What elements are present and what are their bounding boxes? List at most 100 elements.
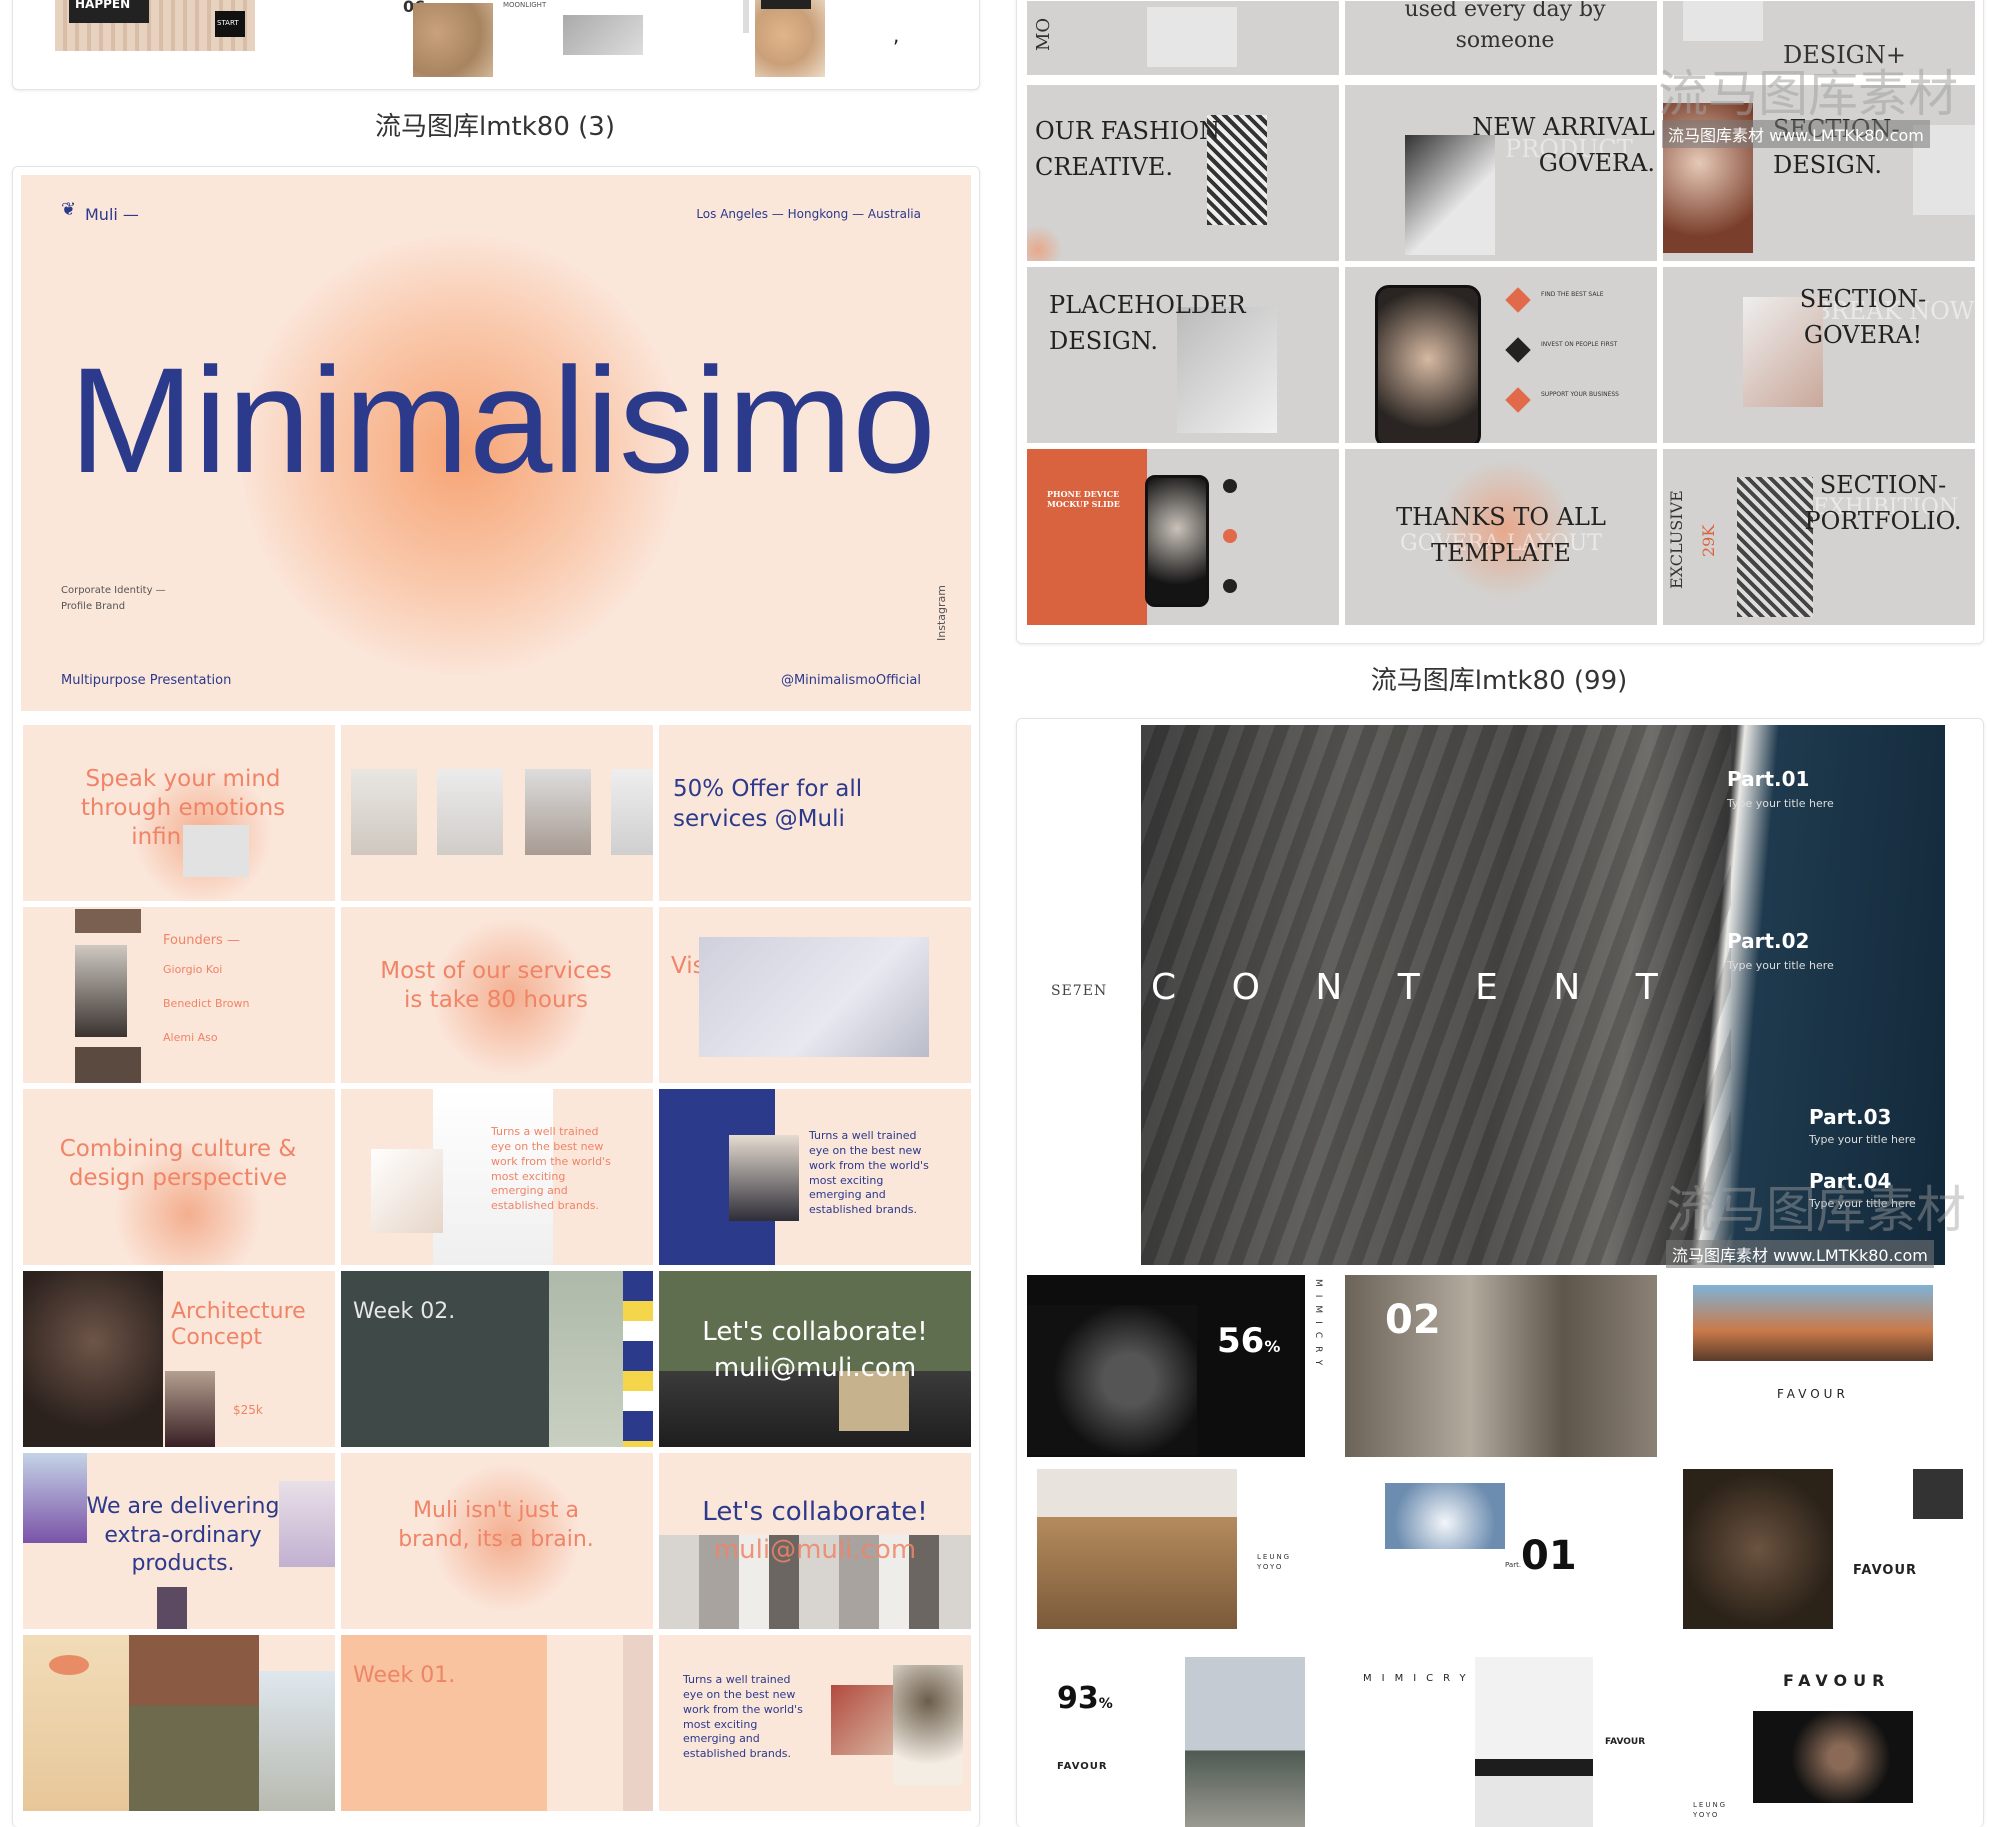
muli-slide-visual: Visual	[659, 907, 971, 1083]
muli-slide-services: Most of our services is take 80 hours	[341, 907, 653, 1083]
shirt-text: Turns a well trained eye on the best new…	[491, 1125, 611, 1213]
muli-slide-collab1: Let's collaborate! muli@muli.com	[659, 1271, 971, 1447]
stone-texture	[413, 3, 493, 77]
part-01-num: 01	[1521, 1533, 1577, 1579]
muli-brand: Muli —	[85, 205, 139, 224]
govera-r2c0: PLACEHOLDER DESIGN.	[1027, 267, 1339, 443]
watermark-label-bottom: 流马图库素材 www.LMTKk80.com	[1666, 1240, 1934, 1268]
founder-2: Benedict Brown	[163, 997, 250, 1010]
bear-photo	[1683, 1469, 1833, 1629]
favour-4: FAVOUR	[1605, 1737, 1646, 1747]
muli-cities: Los Angeles — Hongkong — Australia	[696, 207, 921, 221]
muli-slide-week01: Week 01.	[341, 1635, 653, 1811]
favour-3: FAVOUR	[1057, 1761, 1108, 1772]
govera-r0c1: used every day by someone	[1345, 1, 1657, 75]
favour-2: FAVOUR	[1853, 1563, 1918, 1578]
coat-photo	[729, 1135, 799, 1221]
muli-slide-palm: Turns a well trained eye on the best new…	[659, 1635, 971, 1811]
part-3-title: Part.03	[1809, 1105, 1892, 1129]
r2c0-text: PLACEHOLDER DESIGN.	[1049, 291, 1246, 355]
seven-ship-slide: MIMICRY FAVOUR	[1345, 1651, 1657, 1827]
collab1-text: Let's collaborate!	[702, 1317, 928, 1347]
caption-top-left[interactable]: 流马图库lmtk80 (3)	[12, 106, 978, 143]
palm-text: Turns a well trained eye on the best new…	[683, 1673, 803, 1761]
muli-title: Minimalisimo	[69, 336, 936, 504]
govera-r1c1: PRODUCT NEW ARRIVAL GOVERA.	[1345, 85, 1657, 261]
r3c0-text: PHONE DEVICE MOCKUP SLIDE	[1047, 489, 1120, 509]
suit-photo	[165, 1371, 215, 1447]
man-portrait	[1753, 1711, 1913, 1803]
leung-2: LEUNG	[1693, 1801, 1728, 1809]
gallery-card-seven[interactable]: SE7EN C O N T E N T Part.01 Type your ti…	[1016, 718, 1984, 1827]
muli-slide-brain: Muli isn't just a brand, its a brain.	[341, 1453, 653, 1629]
item-3: SUPPORT YOUR BUSINESS	[1541, 391, 1619, 398]
building-photo	[1037, 1469, 1237, 1629]
item-1: FIND THE BEST SALE	[1541, 291, 1604, 298]
muli-slide-founders: Founders — Giorgio Koi Benedict Brown Al…	[23, 907, 335, 1083]
email1-text[interactable]: muli@muli.com	[659, 1353, 971, 1383]
offer-text: 50% Offer for all services @Muli	[673, 776, 863, 832]
caption-top-right[interactable]: 流马图库lmtk80 (99)	[1016, 660, 1982, 697]
watermark-logo-bottom: 流马图库素材	[1666, 1181, 1966, 1239]
seven-bike-slide: 56%	[1027, 1275, 1305, 1457]
seven-rock-slide: 93% FAVOUR	[1027, 1651, 1329, 1827]
collab2-text: Let's collaborate!	[702, 1497, 928, 1527]
part-1-title: Part.01	[1727, 767, 1810, 791]
model-photo-1	[351, 769, 417, 855]
seven-portrait-slide: FAVOUR LEUNG YOYO	[1673, 1651, 1973, 1827]
gallery-card-top-left[interactable]: HAPPEN START 06 MOONLIGHT ,	[12, 0, 980, 90]
bicycle-photo	[1027, 1305, 1197, 1455]
exclusive-vertical: EXCLUSIVE	[1667, 490, 1686, 589]
model-photo-4	[611, 769, 653, 855]
muli-slide-speak: Speak your mind through emotions infinit…	[23, 725, 335, 901]
week02-text: Week 02.	[353, 1299, 456, 1324]
govera-r0c0: MO	[1027, 1, 1339, 75]
part-1-subtitle: Type your title here	[1727, 797, 1834, 810]
seven-cloud-slide: Part. 01	[1345, 1463, 1657, 1645]
part-2-title: Part.02	[1727, 929, 1810, 953]
hand-photo	[563, 15, 643, 55]
ship-photo	[1475, 1657, 1593, 1827]
corp-line1: Corporate Identity —	[61, 585, 166, 596]
mountain-photo	[1693, 1285, 1933, 1361]
muli-slide-week02: Week 02.	[341, 1271, 653, 1447]
govera-r3c1: GOVERA LAYOUT THANKS TO ALL TEMPLATE	[1345, 449, 1657, 625]
start-label: START	[217, 19, 239, 27]
muli-slide-architecture: Architecture Concept $25k	[23, 1271, 335, 1447]
part-3-subtitle: Type your title here	[1809, 1133, 1916, 1146]
num-29k: 29K	[1699, 524, 1718, 557]
muli-slide-combining: Combining culture & design perspective	[23, 1089, 335, 1265]
delivering-text: We are delivering extra-ordinary product…	[86, 1494, 280, 1577]
mimicry-vertical: MIMICRY	[1313, 1279, 1323, 1374]
gallery-card-muli[interactable]: ❦ Muli — Los Angeles — Hongkong — Austra…	[12, 166, 980, 1827]
model-photo-3	[525, 769, 591, 855]
favour-5: FAVOUR	[1783, 1671, 1891, 1690]
moonlight-label: MOONLIGHT	[503, 1, 547, 9]
r1c0-text: OUR FASHION CREATIVE.	[1035, 117, 1221, 181]
yoyo-2: YOYO	[1693, 1811, 1720, 1819]
govera-r1c0: OUR FASHION CREATIVE.	[1027, 85, 1339, 261]
muli-slide-people	[23, 1635, 335, 1811]
tree-num: 02	[1385, 1297, 1441, 1343]
muli-slide-offer: 50% Offer for all services @Muli	[659, 725, 971, 901]
instagram-handle: @MinimalismoOfficial	[780, 673, 921, 688]
r2c2-text: SECTION- GOVERA!	[1799, 285, 1927, 349]
founders-label: Founders —	[163, 933, 240, 948]
muli-slide-models	[341, 725, 653, 901]
woman-portrait	[23, 1271, 163, 1447]
thumb-moonlight: 06 MOONLIGHT	[273, 0, 713, 83]
r1c1-text: NEW ARRIVAL GOVERA.	[1472, 113, 1655, 177]
email2-text[interactable]: muli@muli.com	[659, 1535, 971, 1565]
phone-device	[1145, 475, 1209, 607]
corp-line2: Profile Brand	[61, 601, 126, 612]
favour-1: FAVOUR	[1777, 1387, 1849, 1401]
phone-mockup	[1375, 285, 1481, 443]
architecture-text: Architecture Concept	[171, 1299, 306, 1351]
r3c2-text: SECTION- PORTFOLIO.	[1804, 471, 1962, 535]
marble-texture	[755, 0, 825, 77]
week01-text: Week 01.	[353, 1663, 456, 1688]
watermark-label-top: 流马图库素材 www.LMTKk80.com	[1662, 120, 1930, 148]
thumb-right: ,	[743, 0, 963, 83]
seven-building-slide: LEUNG YOYO	[1027, 1463, 1329, 1645]
founder-photo	[75, 945, 127, 1037]
